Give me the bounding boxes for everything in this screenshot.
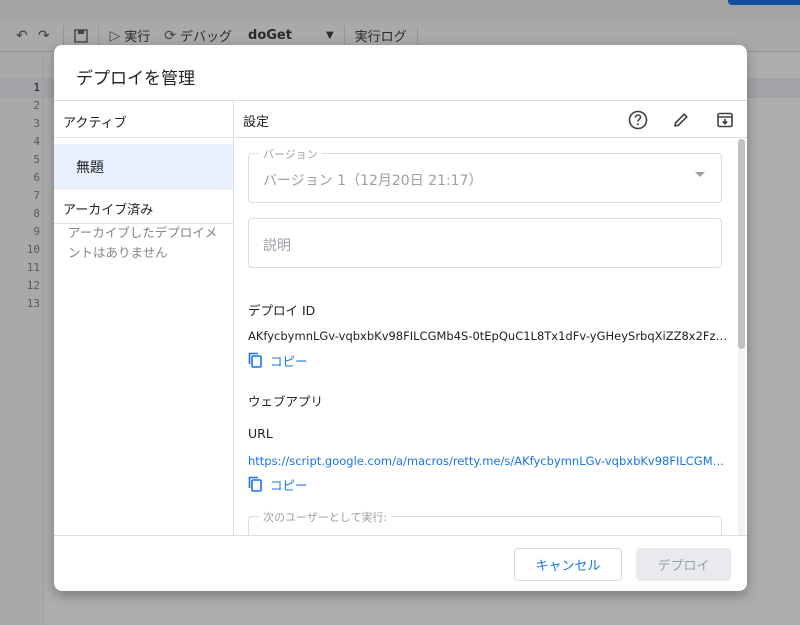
- divider: [54, 137, 233, 138]
- divider: [54, 535, 747, 536]
- copy-label: コピー: [270, 477, 308, 493]
- help-icon: [628, 110, 648, 130]
- version-field-value: バージョン 1（12月20日 21:17）: [263, 173, 483, 189]
- webapp-url-link[interactable]: https://script.google.com/a/macros/retty…: [248, 454, 728, 468]
- cancel-button[interactable]: キャンセル: [514, 548, 622, 581]
- copy-deployment-id-button[interactable]: コピー: [248, 350, 308, 370]
- version-select[interactable]: バージョン バージョン 1（12月20日 21:17）: [248, 146, 722, 203]
- version-field-label: バージョン: [259, 146, 322, 162]
- deployment-item-untitled[interactable]: 無題: [54, 144, 233, 188]
- execute-as-select[interactable]: 次のユーザーとして実行:: [248, 509, 722, 535]
- description-input[interactable]: 説明: [248, 218, 722, 268]
- copy-icon: [248, 352, 262, 368]
- scrollbar-thumb[interactable]: [738, 139, 745, 349]
- settings-panel: バージョン バージョン 1（12月20日 21:17） 説明 デプロイ ID A…: [235, 139, 747, 535]
- active-section-header: アクティブ: [63, 116, 127, 131]
- url-label: URL: [248, 426, 273, 441]
- archive-button[interactable]: [711, 106, 739, 134]
- divider: [54, 188, 233, 189]
- help-button[interactable]: [624, 106, 652, 134]
- dialog-title: デプロイを管理: [76, 69, 195, 89]
- execute-as-label: 次のユーザーとして実行:: [259, 509, 392, 525]
- copy-url-button[interactable]: コピー: [248, 474, 308, 494]
- deploy-button[interactable]: デプロイ: [636, 548, 731, 581]
- dropdown-caret-icon: [695, 172, 705, 177]
- deployment-item-label: 無題: [76, 160, 104, 176]
- manage-deployments-dialog: デプロイを管理 アクティブ 無題 アーカイブ済み アーカイブしたデプロイメントは…: [54, 45, 747, 591]
- deployment-id-value: AKfycbymnLGv-vqbxbKv98FILCGMb4S-0tEpQuC1…: [248, 329, 728, 343]
- copy-label: コピー: [270, 353, 308, 369]
- description-placeholder: 説明: [263, 238, 291, 254]
- webapp-label: ウェブアプリ: [248, 394, 324, 409]
- edit-button[interactable]: [667, 106, 695, 134]
- settings-header: 設定: [235, 101, 747, 138]
- settings-scrollbar[interactable]: [738, 139, 745, 535]
- settings-label: 設定: [243, 115, 270, 130]
- archived-section-header: アーカイブ済み: [63, 203, 154, 218]
- deployments-list: アクティブ 無題 アーカイブ済み アーカイブしたデプロイメントはありません: [54, 101, 234, 535]
- deployment-id-label: デプロイ ID: [248, 303, 316, 318]
- archived-empty-text: アーカイブしたデプロイメントはありません: [68, 225, 218, 260]
- pencil-icon: [674, 113, 688, 127]
- copy-icon: [248, 476, 262, 492]
- archive-icon: [717, 112, 733, 128]
